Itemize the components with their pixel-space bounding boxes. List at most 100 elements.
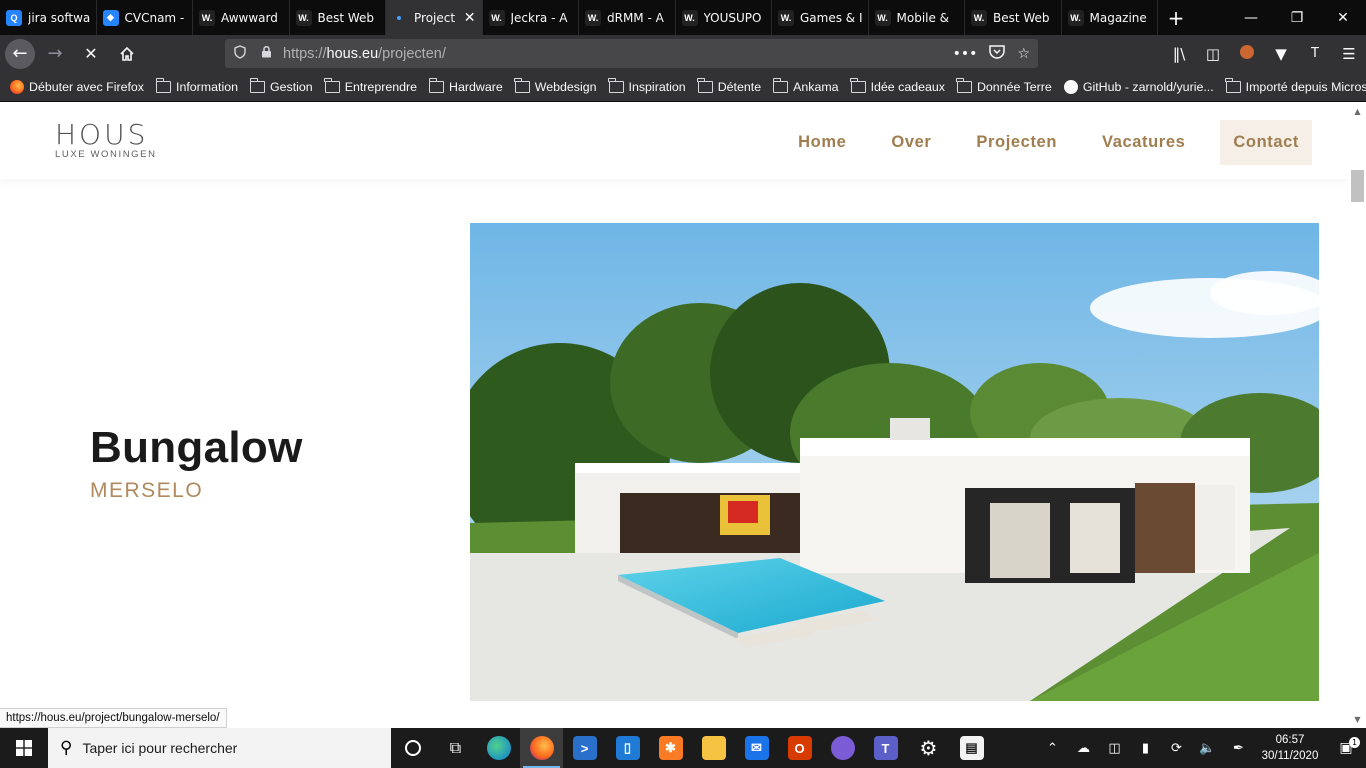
lock-icon[interactable]	[255, 45, 277, 62]
pen-icon[interactable]: ✒	[1223, 741, 1254, 756]
bookmark-item[interactable]: Inspiration	[608, 77, 686, 94]
firefox-icon	[10, 79, 24, 94]
settings-icon[interactable]: ⚙	[907, 728, 950, 768]
maximize-button[interactable]: ❐	[1274, 0, 1320, 35]
taskbar-search[interactable]: ⚲ Taper ici pour rechercher	[48, 728, 391, 768]
stop-button[interactable]: ✕	[75, 38, 107, 70]
xampp-icon[interactable]: ✱	[649, 728, 692, 768]
battery-icon[interactable]: ▮	[1130, 741, 1161, 756]
windows-icon	[16, 740, 32, 756]
browser-tab[interactable]: W. Jeckra - A	[483, 0, 579, 35]
tab-favicon-icon: W.	[199, 9, 215, 26]
powershell-icon[interactable]: >	[563, 728, 606, 768]
menu-contact[interactable]: Contact	[1220, 120, 1312, 165]
close-window-button[interactable]: ✕	[1320, 0, 1366, 35]
bookmark-item[interactable]: GitHub - zarnold/yurie...	[1063, 79, 1214, 94]
menu-vacatures[interactable]: Vacatures	[1102, 133, 1185, 152]
shield-icon[interactable]	[229, 44, 251, 63]
web-page: HOUS LUXE WONINGEN Home Over Projecten V…	[0, 103, 1366, 728]
bookmark-item[interactable]: Détente	[697, 77, 761, 94]
wifi-icon[interactable]: ⟳	[1161, 741, 1192, 756]
purple-app-icon[interactable]	[821, 728, 864, 768]
folder-icon	[697, 77, 713, 93]
weather-icon[interactable]: ☁	[1068, 741, 1099, 756]
sidebar-icon[interactable]: ◫	[1196, 45, 1230, 63]
mail-icon[interactable]: ✉	[735, 728, 778, 768]
project-info[interactable]: Bungalow MERSELO	[90, 423, 303, 503]
menu-icon[interactable]: ☰	[1332, 45, 1366, 63]
vivaldi-extension-icon[interactable]: ▼	[1264, 45, 1298, 63]
logo-name: HOUS	[55, 118, 149, 151]
browser-tab[interactable]: W. Best Web	[965, 0, 1062, 35]
browser-tab[interactable]: W. Games & I	[772, 0, 869, 35]
menu-projecten[interactable]: Projecten	[976, 133, 1057, 152]
browser-tab[interactable]: W. Awwward	[193, 0, 290, 35]
bookmark-item[interactable]: Entreprendre	[324, 77, 418, 94]
folder-icon	[249, 77, 265, 93]
file-explorer-icon[interactable]	[692, 728, 735, 768]
browser-tab[interactable]: W. Best Web	[290, 0, 386, 35]
pocket-icon[interactable]	[989, 44, 1006, 63]
security-icon[interactable]: ◫	[1099, 741, 1130, 756]
clock[interactable]: 06:57 30/11/2020	[1254, 732, 1326, 764]
bookmark-label: Importé depuis Micros...	[1245, 79, 1366, 94]
scrollbar-thumb[interactable]	[1351, 170, 1364, 202]
bookmark-star-icon[interactable]: ☆	[1017, 46, 1030, 62]
browser-tab[interactable]: W. Magazine	[1062, 0, 1158, 35]
browser-tab[interactable]: W. Mobile &	[869, 0, 965, 35]
browser-tab[interactable]: W. dRMM - A	[579, 0, 676, 35]
browser-tab[interactable]: Project ✕	[386, 0, 483, 35]
bookmark-item[interactable]: Débuter avec Firefox	[10, 79, 144, 94]
browser-tab[interactable]: Qjira softwa	[0, 0, 97, 35]
bookmark-item[interactable]: Gestion	[249, 77, 313, 94]
bookmark-item[interactable]: Information	[155, 77, 238, 94]
notifications-button[interactable]: ▣ 1	[1326, 737, 1366, 756]
extension-icon[interactable]	[1230, 44, 1264, 63]
window-controls: — ❐ ✕	[1228, 0, 1366, 35]
home-button[interactable]	[111, 38, 143, 70]
project-image[interactable]	[470, 223, 1319, 701]
new-tab-button[interactable]: +	[1158, 0, 1194, 35]
start-button[interactable]	[0, 728, 48, 768]
bookmark-label: Hardware	[449, 79, 503, 94]
browser-tab[interactable]: ◆ CVCnam -	[97, 0, 193, 35]
browser-tab[interactable]: W. YOUSUPO	[676, 0, 772, 35]
teams-icon[interactable]: T	[864, 728, 907, 768]
bookmark-label: Entreprendre	[344, 79, 418, 94]
tab-favicon-icon: W.	[488, 9, 505, 26]
tab-title: CVCnam -	[124, 10, 185, 25]
forward-button[interactable]: →	[39, 38, 71, 70]
bookmark-item[interactable]: Donnée Terre	[956, 77, 1052, 94]
task-view-button[interactable]: ⧉	[434, 728, 477, 768]
bookmark-item[interactable]: Webdesign	[514, 77, 597, 94]
menu-home[interactable]: Home	[798, 133, 846, 152]
tab-title: Awwward	[221, 10, 278, 25]
edge-icon[interactable]	[477, 728, 520, 768]
app-icon[interactable]: ▯	[606, 728, 649, 768]
close-tab-icon[interactable]: ✕	[464, 10, 476, 26]
office-icon[interactable]: O	[778, 728, 821, 768]
scroll-down-arrow[interactable]: ▼	[1349, 711, 1366, 728]
page-actions-icon[interactable]: •••	[953, 46, 978, 62]
translate-icon[interactable]: Т	[1298, 46, 1332, 61]
bookmark-item[interactable]: Hardware	[428, 77, 503, 94]
bookmark-item[interactable]: Importé depuis Micros...	[1225, 77, 1366, 94]
toolbar-icons: ‖\ ◫ ▼ Т ☰	[1162, 35, 1366, 72]
bookmark-item[interactable]: Ankama	[772, 77, 839, 94]
library-icon[interactable]: ‖\	[1162, 45, 1196, 63]
tab-favicon-icon: W.	[585, 9, 601, 26]
chevron-up-icon[interactable]: ⌃	[1037, 741, 1068, 756]
back-button[interactable]: ←	[5, 38, 35, 69]
menu-over[interactable]: Over	[891, 133, 931, 152]
cortana-button[interactable]	[391, 728, 434, 768]
firefox-taskbar-icon[interactable]	[520, 728, 563, 768]
address-bar[interactable]: https://hous.eu/projecten/ ••• ☆	[225, 39, 1038, 68]
project-title[interactable]: Bungalow	[90, 423, 303, 473]
scroll-up-arrow[interactable]: ▲	[1349, 103, 1366, 120]
bookmark-item[interactable]: Idée cadeaux	[850, 77, 945, 94]
minimize-button[interactable]: —	[1228, 0, 1274, 35]
bookmark-label: Webdesign	[534, 79, 597, 94]
site-logo[interactable]: HOUS LUXE WONINGEN	[55, 118, 157, 161]
store-icon[interactable]: ▤	[950, 728, 993, 768]
volume-icon[interactable]: 🔈	[1192, 741, 1223, 756]
